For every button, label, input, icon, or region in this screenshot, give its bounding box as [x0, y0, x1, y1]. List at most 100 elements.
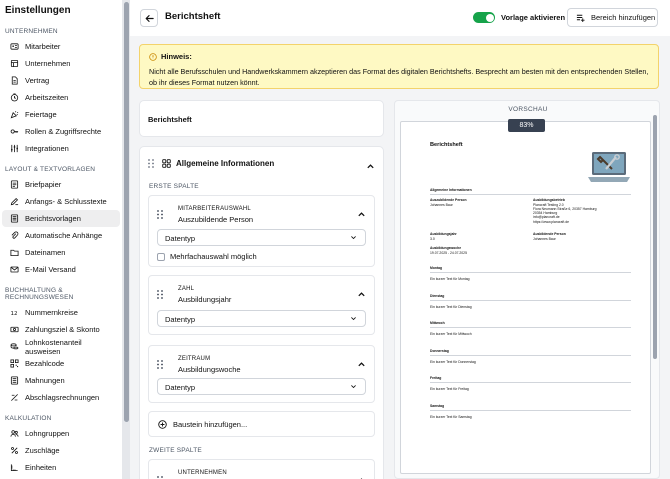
field-name: Auszubildende Person	[178, 215, 254, 224]
sidebar-item[interactable]: Lohngruppen	[2, 425, 120, 442]
sidebar-item[interactable]: Zuschläge	[2, 442, 120, 459]
zoom-badge[interactable]: 83%	[508, 119, 545, 132]
settings-sidebar: Einstellungen UNTERNEHMEN Mitarbeiter Unte…	[0, 0, 123, 479]
sidebar-section-heading: LAYOUT & TEXTVORLAGEN	[5, 166, 96, 173]
field-kind: MITARBEITERAUSWAHL	[178, 206, 251, 212]
field-card-company: UNTERNEHMEN	[148, 459, 375, 479]
ruler-icon	[10, 463, 19, 472]
group-header[interactable]: Allgemeine Informationen	[148, 159, 274, 168]
sidebar-item-label: Lohngruppen	[25, 429, 70, 438]
notice-header: Hinweis:	[149, 52, 649, 61]
sidebar-section-heading: BUCHHALTUNG & RECHNUNGSWESEN	[5, 287, 74, 301]
chevron-up-icon[interactable]	[357, 290, 366, 299]
doc-value: 19.07.2025 - 24.07.2025	[430, 250, 467, 255]
sidebar-item-label: Anfangs- & Schlusstexte	[25, 197, 107, 206]
laptop-tools-logo	[588, 152, 630, 182]
doc-day-text: Ein kurzer Text für Donnerstag	[430, 359, 476, 364]
field-kind: ZEITRAUM	[178, 356, 211, 362]
second-column-label: ZWEITE SPALTE	[149, 447, 202, 454]
sidebar-item[interactable]: Integrationen	[2, 140, 120, 157]
notice-title: Hinweis:	[161, 52, 192, 61]
grid-icon	[162, 159, 171, 168]
preview-panel: VORSCHAU 83% Berichtsheft Allgemeine Inf…	[394, 100, 660, 479]
sidebar-item[interactable]: Automatische Anhänge	[2, 227, 120, 244]
sidebar-item[interactable]: Bezahlcode	[2, 355, 120, 372]
sidebar-item[interactable]: Rollen & Zugriffsrechte	[2, 123, 120, 140]
coins-icon	[10, 342, 19, 351]
sidebar-item[interactable]: Abschlagsrechnungen	[2, 389, 120, 406]
sidebar-item-label: Automatische Anhänge	[25, 231, 103, 240]
sidebar-item-label: Unternehmen	[25, 59, 71, 68]
template-name-value[interactable]: Berichtsheft	[148, 115, 192, 124]
datatype-select[interactable]: Datentyp	[157, 229, 366, 246]
field-kind: UNTERNEHMEN	[178, 470, 227, 476]
sidebar-item[interactable]: Anfangs- & Schlusstexte	[2, 193, 120, 210]
sidebar-item[interactable]: Arbeitszeiten	[2, 89, 120, 106]
chevron-up-icon[interactable]	[357, 210, 366, 219]
sidebar-item[interactable]: Unternehmen	[2, 55, 120, 72]
multi-select-checkbox[interactable]	[157, 252, 165, 261]
sidebar-item-label: Arbeitszeiten	[25, 93, 69, 102]
doc-day-label: Montag	[430, 266, 443, 270]
sidebar-item[interactable]: Mitarbeiter	[2, 38, 120, 55]
doc-section-title: Allgemeine Informationen	[430, 188, 472, 192]
multi-select-checkbox-row[interactable]: Mehrfachauswahl möglich	[157, 252, 257, 261]
field-kind: ZAHL	[178, 286, 195, 292]
doc-value: Johannes Baur	[430, 202, 453, 207]
sidebar-item[interactable]: Dateinamen	[2, 244, 120, 261]
sidebar-item[interactable]: E-Mail Versand	[2, 261, 120, 278]
drag-handle-icon[interactable]	[148, 159, 154, 168]
back-button[interactable]	[140, 9, 158, 27]
drag-handle-icon[interactable]	[157, 290, 163, 299]
notice-text-line: Nicht alle Berufsschulen und Handwerkska…	[149, 67, 649, 76]
datatype-select-value: Datentyp	[165, 234, 196, 243]
general-info-group: Allgemeine Informationen ERSTE SPALTE MI…	[139, 146, 384, 479]
sidebar-item[interactable]: Lohnkostenanteil ausweisen	[2, 338, 120, 356]
sidebar-item-label: Dateinamen	[25, 248, 66, 257]
doc-divider	[430, 272, 631, 273]
doc-value: 3.0	[430, 236, 435, 241]
folder-icon	[10, 248, 19, 257]
plus-circle-icon	[158, 419, 167, 429]
sidebar-item[interactable]: Zahlungsziel & Skonto	[2, 321, 120, 338]
template-name-card[interactable]: Berichtsheft	[139, 100, 384, 137]
sidebar-nav: UNTERNEHMEN Mitarbeiter Unternehmen Vertrag…	[0, 28, 122, 476]
chevron-down-icon	[351, 236, 356, 240]
activate-template-label: Vorlage aktivieren	[501, 13, 566, 22]
sidebar-item-label: Abschlagsrechnungen	[25, 393, 100, 402]
preview-scrollbar[interactable]	[653, 115, 657, 359]
percent-icon	[10, 446, 19, 455]
chevron-up-icon[interactable]	[357, 360, 366, 369]
sidebar-item[interactable]: Vertrag	[2, 72, 120, 89]
datatype-select[interactable]: Datentyp	[157, 310, 366, 327]
sidebar-section-heading: UNTERNEHMEN	[5, 28, 58, 35]
add-block-button[interactable]: Baustein hinzufügen...	[148, 411, 375, 437]
clock-icon	[10, 93, 19, 102]
sidebar-item[interactable]: Feiertage	[2, 106, 120, 123]
add-area-button[interactable]: Bereich hinzufügen	[567, 8, 658, 27]
sidebar-item[interactable]: 12 Nummernkreise	[2, 304, 120, 321]
paperclip-icon	[10, 231, 19, 240]
doc-day-text: Ein kurzer Text für Samstag	[430, 414, 472, 419]
datatype-select[interactable]: Datentyp	[157, 378, 366, 395]
sidebar-item[interactable]: Einheiten	[2, 459, 120, 476]
sidebar-item[interactable]: Briefpapier	[2, 176, 120, 193]
drag-handle-icon[interactable]	[157, 210, 163, 219]
doc-divider	[430, 327, 631, 328]
chevron-up-icon[interactable]	[366, 162, 375, 171]
sidebar-item-label: Zuschläge	[25, 446, 60, 455]
add-area-label: Bereich hinzufügen	[591, 13, 656, 22]
sidebar-scrollbar-thumb[interactable]	[124, 2, 129, 422]
list-icon	[10, 376, 19, 385]
field-name: Ausbildungswoche	[178, 365, 241, 374]
sidebar-item[interactable]: Mahnungen	[2, 372, 120, 389]
sidebar-item[interactable]: Berichtsvorlagen	[2, 210, 120, 227]
money-icon	[10, 325, 19, 334]
preview-document: Berichtsheft Allgemeine Informationen Aus…	[400, 121, 651, 474]
drag-handle-icon[interactable]	[157, 360, 163, 369]
group-title: Allgemeine Informationen	[176, 159, 275, 168]
doc-day-label: Mittwoch	[430, 321, 445, 325]
activate-template-toggle[interactable]	[473, 12, 495, 23]
sidebar-scrollbar[interactable]	[123, 0, 130, 479]
doc-value: Johannes Baur	[533, 236, 556, 241]
